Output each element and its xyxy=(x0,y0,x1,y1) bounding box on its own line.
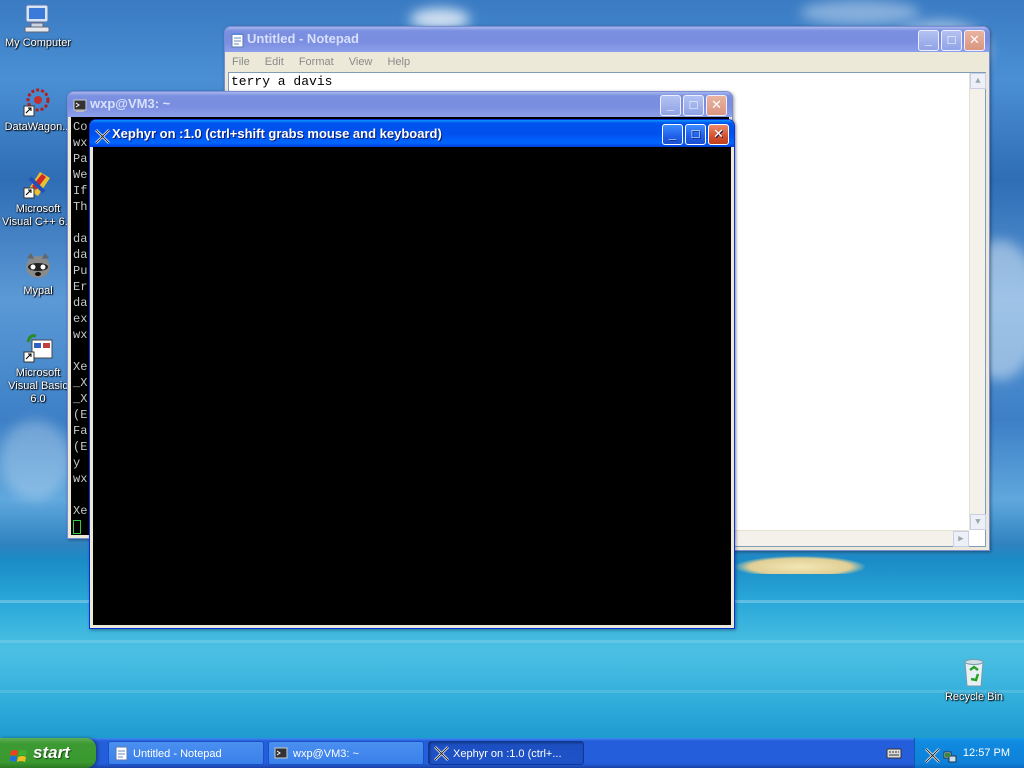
minimize-button[interactable]: _ xyxy=(660,95,681,116)
x-logo-icon xyxy=(434,746,449,761)
close-icon: ✕ xyxy=(969,32,980,47)
vertical-scrollbar[interactable]: ▲ ▼ xyxy=(969,73,986,530)
start-button[interactable]: start xyxy=(0,738,96,768)
minimize-button[interactable]: _ xyxy=(662,124,683,145)
scroll-right-icon[interactable]: ▶ xyxy=(953,531,969,547)
system-tray: 12:57 PM xyxy=(914,738,1024,768)
terminal-icon xyxy=(274,746,289,761)
close-button[interactable]: ✕ xyxy=(964,30,985,51)
maximize-icon: □ xyxy=(691,126,700,141)
terminal-icon xyxy=(73,97,88,112)
terminal-cursor xyxy=(73,519,81,534)
desktop-icon-msvc[interactable]: Microsoft Visual C++ 6.0 xyxy=(0,168,76,229)
close-button[interactable]: ✕ xyxy=(708,124,729,145)
notepad-icon xyxy=(230,32,245,48)
maximize-icon: □ xyxy=(947,32,956,47)
desktop-icon-my-computer[interactable]: My Computer xyxy=(0,2,76,50)
notepad-icon xyxy=(114,746,129,761)
taskbar: start Untitled - Notepad wxp@VM3: ~ Xeph… xyxy=(0,738,1024,768)
window-title: Xephyr on :1.0 (ctrl+shift grabs mouse a… xyxy=(112,126,442,141)
minimize-icon: _ xyxy=(668,126,677,141)
minimize-icon: _ xyxy=(666,97,675,112)
task-label: wxp@VM3: ~ xyxy=(293,748,359,760)
menu-view[interactable]: View xyxy=(349,56,373,68)
keyboard-icon[interactable] xyxy=(886,746,902,760)
menu-format[interactable]: Format xyxy=(299,56,334,68)
windows-logo-icon xyxy=(9,745,28,762)
maximize-button[interactable]: □ xyxy=(685,124,706,145)
close-icon: ✕ xyxy=(711,97,722,112)
terminal-titlebar[interactable]: wxp@VM3: ~ _ □ ✕ xyxy=(68,92,732,117)
minimize-icon: _ xyxy=(924,32,933,47)
datawagon-icon xyxy=(22,86,54,118)
network-icon[interactable] xyxy=(943,746,957,768)
window-title: wxp@VM3: ~ xyxy=(90,96,171,111)
scroll-up-icon[interactable]: ▲ xyxy=(970,73,986,89)
desktop-icon-label: My Computer xyxy=(4,37,72,49)
close-button[interactable]: ✕ xyxy=(706,95,727,116)
maximize-button[interactable]: □ xyxy=(683,95,704,116)
start-label: start xyxy=(33,743,70,762)
taskbar-item-terminal[interactable]: wxp@VM3: ~ xyxy=(268,741,424,765)
task-label: Untitled - Notepad xyxy=(133,748,222,760)
x-logo-icon[interactable] xyxy=(925,745,940,768)
window-title: Untitled - Notepad xyxy=(247,31,359,46)
menu-file[interactable]: File xyxy=(232,56,250,68)
island xyxy=(735,556,865,574)
xephyr-titlebar[interactable]: Xephyr on :1.0 (ctrl+shift grabs mouse a… xyxy=(90,120,734,147)
desktop-icon-label: Microsoft Visual C++ 6.0 xyxy=(2,203,74,228)
desktop-icon-mypal[interactable]: Mypal xyxy=(0,250,76,298)
xephyr-window[interactable]: Xephyr on :1.0 (ctrl+shift grabs mouse a… xyxy=(89,119,735,629)
xephyr-display[interactable] xyxy=(93,147,731,625)
taskbar-item-xephyr[interactable]: Xephyr on :1.0 (ctrl+... xyxy=(428,741,584,765)
desktop-icon-label: Recycle Bin xyxy=(944,691,1004,703)
msvb-icon xyxy=(22,332,54,364)
msvc-icon xyxy=(22,168,54,200)
notepad-titlebar[interactable]: Untitled - Notepad _ □ ✕ xyxy=(225,27,989,52)
desktop-icon-label: DataWagon... xyxy=(4,121,72,133)
desktop-icon-label: Mypal xyxy=(23,285,53,297)
maximize-button[interactable]: □ xyxy=(941,30,962,51)
menu-edit[interactable]: Edit xyxy=(265,56,284,68)
recycle-bin-icon xyxy=(958,656,990,688)
desktop-icon-label: Microsoft Visual Basic 6.0 xyxy=(8,367,68,405)
desktop-icon-recycle-bin[interactable]: Recycle Bin xyxy=(936,656,1012,704)
clock[interactable]: 12:57 PM xyxy=(963,738,1010,768)
menu-help[interactable]: Help xyxy=(387,56,410,68)
notepad-menubar: File Edit Format View Help xyxy=(228,52,986,72)
desktop-icon-datawagon[interactable]: DataWagon... xyxy=(0,86,76,134)
my-computer-icon xyxy=(22,2,54,34)
minimize-button[interactable]: _ xyxy=(918,30,939,51)
desktop-icon-msvb[interactable]: Microsoft Visual Basic 6.0 xyxy=(0,332,76,406)
mypal-icon xyxy=(22,250,54,282)
notepad-text: terry a davis xyxy=(231,74,333,89)
scroll-down-icon[interactable]: ▼ xyxy=(970,514,986,530)
close-icon: ✕ xyxy=(713,126,724,141)
task-label: Xephyr on :1.0 (ctrl+... xyxy=(453,748,562,760)
taskbar-item-notepad[interactable]: Untitled - Notepad xyxy=(108,741,264,765)
x-logo-icon xyxy=(95,126,110,144)
maximize-icon: □ xyxy=(689,97,698,112)
